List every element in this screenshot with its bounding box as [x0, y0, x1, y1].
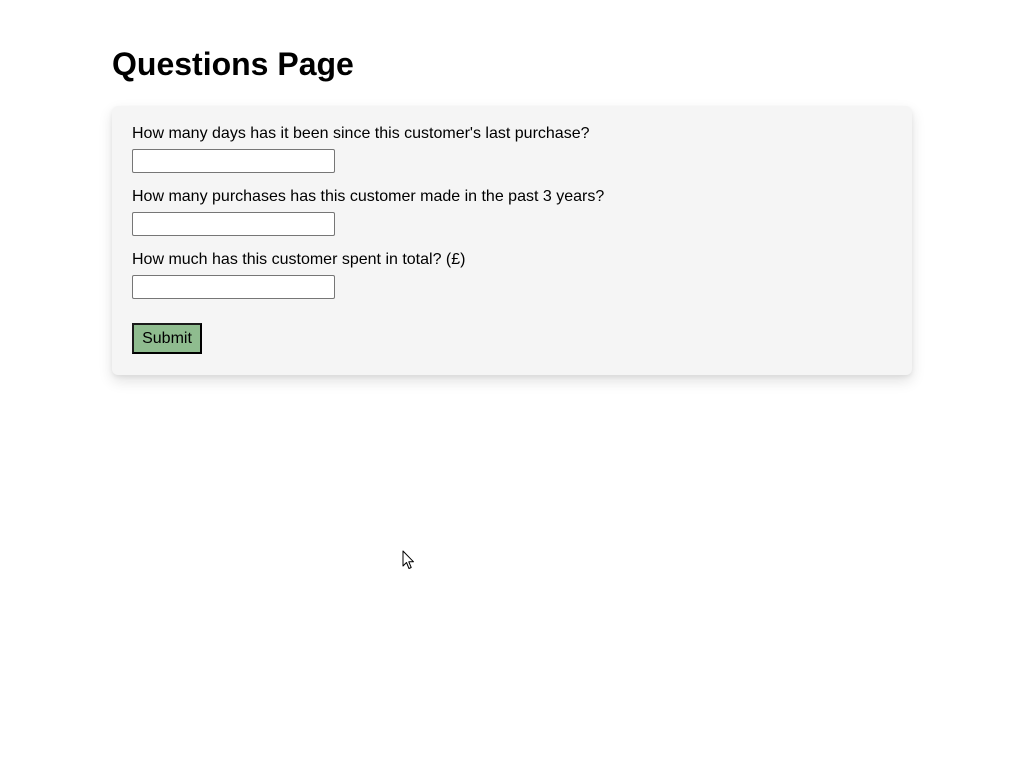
- question-label: How many purchases has this customer mad…: [132, 188, 605, 205]
- purchase-count-input[interactable]: [132, 212, 335, 236]
- submit-button[interactable]: Submit: [132, 323, 202, 354]
- question-total-spent: How much has this customer spent in tota…: [132, 250, 892, 313]
- question-label: How much has this customer spent in tota…: [132, 251, 466, 268]
- questions-page: Questions Page How many days has it been…: [0, 0, 1024, 776]
- days-since-purchase-input[interactable]: [132, 149, 335, 173]
- question-label: How many days has it been since this cus…: [132, 125, 590, 142]
- page-title: Questions Page: [112, 46, 354, 82]
- questions-form: How many days has it been since this cus…: [112, 106, 912, 375]
- question-purchase-count: How many purchases has this customer mad…: [132, 187, 892, 250]
- mouse-pointer-icon: [402, 550, 414, 569]
- question-days-since-purchase: How many days has it been since this cus…: [132, 124, 892, 187]
- total-spent-input[interactable]: [132, 275, 335, 299]
